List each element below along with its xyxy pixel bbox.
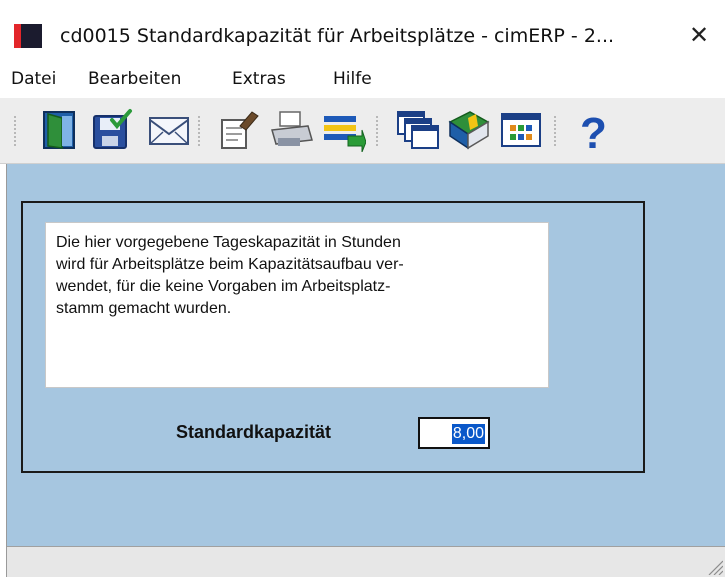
mail-envelope-icon[interactable] <box>146 108 192 152</box>
exit-door-icon[interactable] <box>38 108 84 152</box>
toolbar-separator <box>376 116 382 146</box>
toolbar: ? <box>0 98 725 164</box>
menu-bearbeiten[interactable]: Bearbeiten <box>88 69 181 89</box>
window-left-edge <box>0 164 7 577</box>
save-disk-icon[interactable] <box>90 108 136 152</box>
windows-icon[interactable] <box>394 108 440 152</box>
transfer-arrow-icon[interactable] <box>320 108 367 153</box>
window-title: cd0015 Standardkapazität für Arbeitsplät… <box>60 25 615 47</box>
capacity-value: 8,00 <box>451 424 485 444</box>
resize-grip-icon[interactable] <box>703 555 723 575</box>
status-bar <box>7 546 725 577</box>
toolbar-separator <box>14 116 20 146</box>
edit-note-icon[interactable] <box>216 108 262 152</box>
close-button[interactable]: ✕ <box>679 20 719 50</box>
print-icon[interactable] <box>268 108 314 152</box>
menu-hilfe[interactable]: Hilfe <box>333 69 372 89</box>
menu-bar: Datei Bearbeiten Extras Hilfe <box>0 62 725 98</box>
calendar-grid-icon[interactable] <box>498 108 544 152</box>
book-icon[interactable] <box>446 108 492 152</box>
title-bar: cd0015 Standardkapazität für Arbeitsplät… <box>0 0 725 62</box>
help-icon[interactable]: ? <box>572 108 618 158</box>
capacity-groupbox: Die hier vorgegebene Tageskapazität in S… <box>21 201 645 473</box>
capacity-label: Standardkapazität <box>176 422 332 442</box>
client-area: Die hier vorgegebene Tageskapazität in S… <box>7 164 725 546</box>
toolbar-separator <box>198 116 204 146</box>
menu-datei[interactable]: Datei <box>11 69 56 89</box>
app-icon <box>14 24 42 48</box>
toolbar-separator <box>554 116 560 146</box>
help-glyph: ? <box>580 109 607 152</box>
capacity-input[interactable]: 8,00 <box>418 417 490 449</box>
info-text: Die hier vorgegebene Tageskapazität in S… <box>45 222 549 388</box>
menu-extras[interactable]: Extras <box>232 69 286 89</box>
